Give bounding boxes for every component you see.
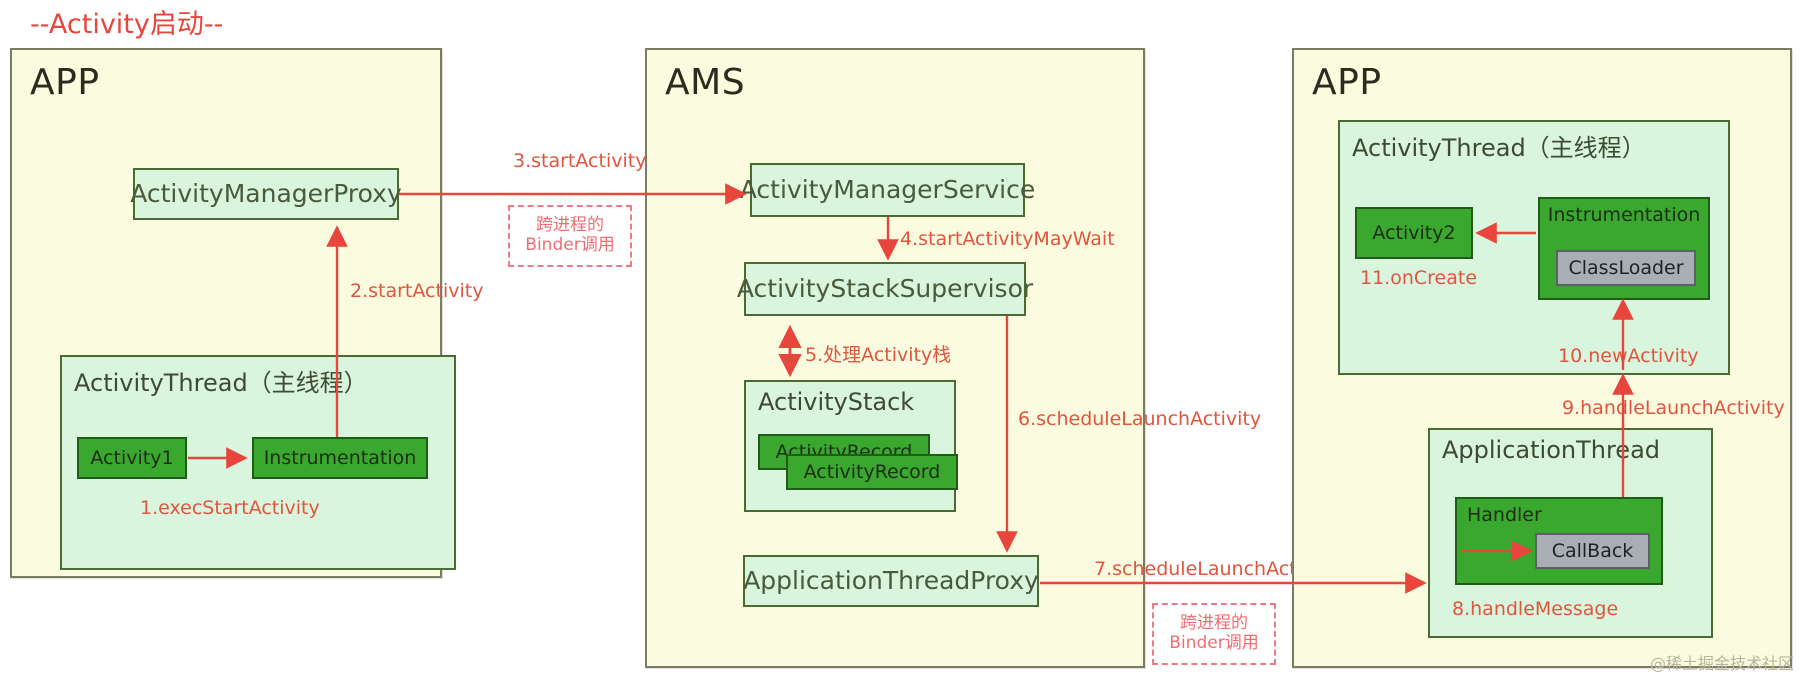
step-label-10: 10.newActivity	[1558, 345, 1699, 367]
step-label-9: 9.handleLaunchActivity	[1562, 397, 1785, 419]
node-instrumentation-left[interactable]: Instrumentation	[252, 437, 428, 479]
step-label-3: 3.startActivity	[513, 150, 647, 172]
binder-note-right-line2: Binder调用	[1169, 633, 1259, 653]
step-label-5: 5.处理Activity栈	[805, 344, 952, 366]
panel-title-app-left: APP	[30, 62, 100, 103]
box-activity-stack-label: ActivityStack	[758, 388, 915, 416]
node-activity2[interactable]: Activity2	[1355, 207, 1473, 259]
box-application-thread-label: ApplicationThread	[1442, 436, 1661, 464]
box-activity-thread-right-label: ActivityThread（主线程）	[1352, 134, 1646, 162]
node-class-loader[interactable]: ClassLoader	[1556, 250, 1696, 286]
node-activity2-label: Activity2	[1372, 222, 1456, 244]
node-instrumentation-right-label: Instrumentation	[1547, 204, 1701, 226]
node-callback-label: CallBack	[1551, 540, 1634, 562]
node-activity-manager-proxy[interactable]: ActivityManagerProxy	[130, 168, 402, 220]
step-label-11: 11.onCreate	[1360, 267, 1478, 289]
node-application-thread-proxy-label: ApplicationThreadProxy	[743, 565, 1039, 595]
node-activity-manager-proxy-label: ActivityManagerProxy	[130, 178, 402, 208]
diagram-title: --Activity启动--	[30, 9, 224, 40]
binder-note-left: 跨进程的 Binder调用	[508, 205, 632, 267]
binder-note-right-line1: 跨进程的	[1180, 613, 1248, 634]
step-label-8: 8.handleMessage	[1452, 598, 1619, 620]
node-callback[interactable]: CallBack	[1535, 533, 1650, 569]
node-activity-manager-service[interactable]: ActivityManagerService	[740, 163, 1035, 217]
node-activity-stack-supervisor[interactable]: ActivityStackSupervisor	[737, 262, 1033, 316]
node-activity-stack-supervisor-label: ActivityStackSupervisor	[736, 273, 1034, 303]
binder-note-left-line2: Binder调用	[525, 235, 615, 255]
node-class-loader-label: ClassLoader	[1568, 257, 1684, 279]
node-application-thread-proxy[interactable]: ApplicationThreadProxy	[743, 555, 1039, 607]
node-activity1[interactable]: Activity1	[77, 437, 187, 479]
binder-note-left-line1: 跨进程的	[536, 215, 604, 236]
node-handler-label: Handler	[1467, 504, 1542, 526]
node-activity-manager-service-label: ActivityManagerService	[739, 174, 1036, 204]
node-instrumentation-left-label: Instrumentation	[263, 447, 417, 469]
step-label-4: 4.startActivityMayWait	[900, 228, 1115, 250]
node-activity-record-front-label: ActivityRecord	[803, 461, 941, 483]
binder-note-right: 跨进程的 Binder调用	[1152, 603, 1276, 665]
step-label-2: 2.startActivity	[350, 280, 484, 302]
panel-title-ams: AMS	[665, 62, 746, 103]
step-label-6: 6.scheduleLaunchActivity	[1018, 408, 1262, 430]
diagram-canvas: --Activity启动-- APP ActivityManagerProxy …	[0, 0, 1806, 678]
node-activity-record-front[interactable]: ActivityRecord	[786, 454, 958, 490]
panel-title-app-right: APP	[1312, 62, 1382, 103]
step-label-1: 1.execStartActivity	[140, 497, 320, 519]
node-activity1-label: Activity1	[90, 447, 174, 469]
watermark: @稀土掘金技术社区	[1649, 654, 1794, 673]
box-activity-thread-left-label: ActivityThread（主线程）	[74, 369, 368, 397]
